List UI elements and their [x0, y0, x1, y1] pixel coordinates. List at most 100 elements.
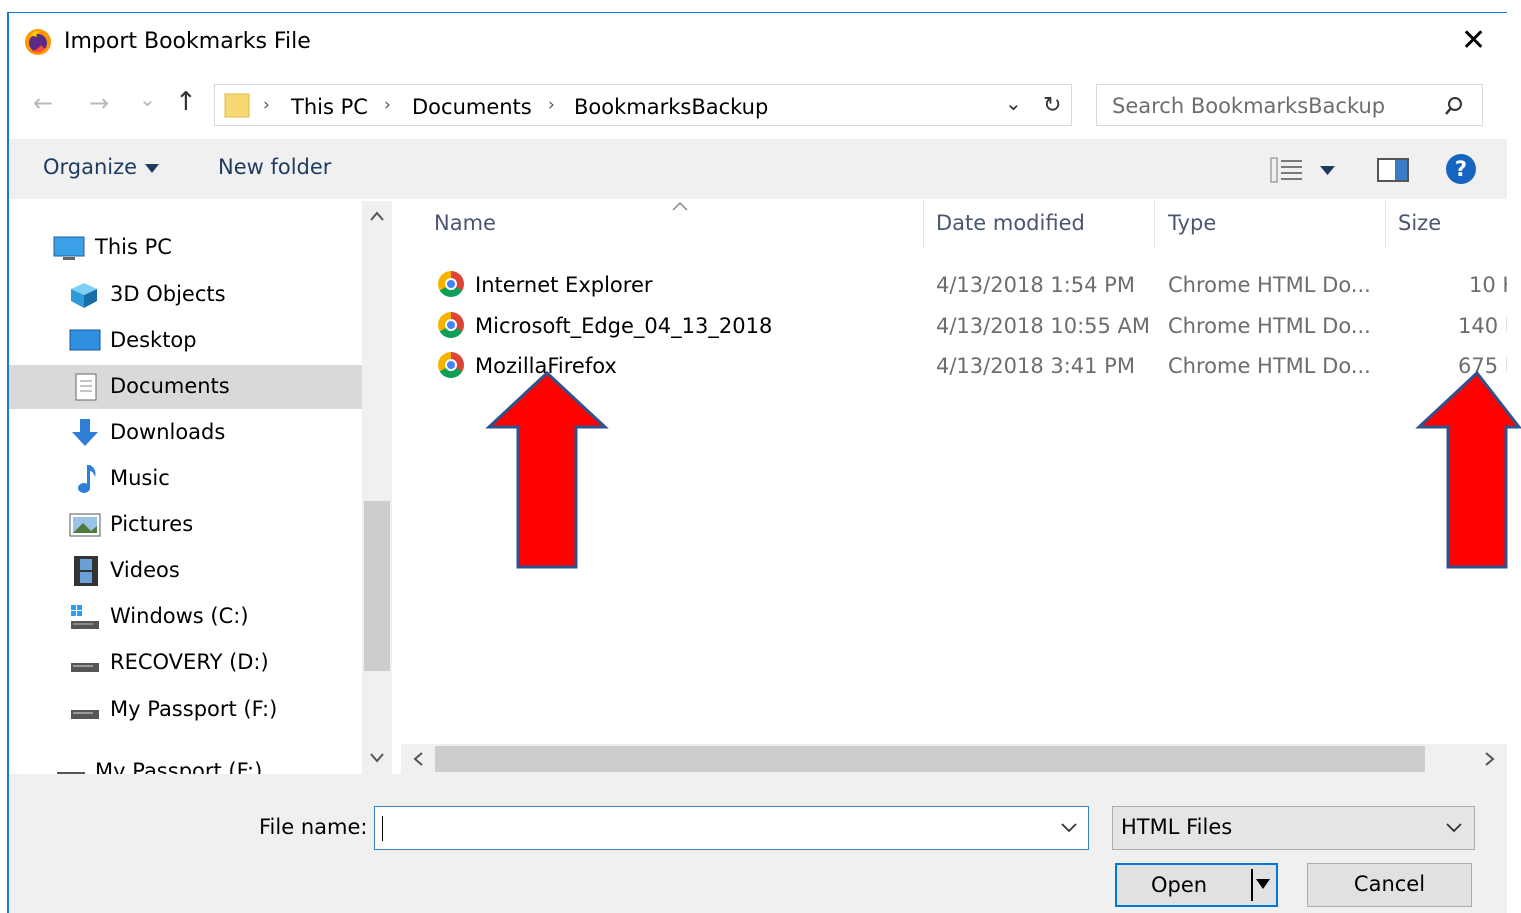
view-options-chevron-down-icon[interactable]: [1320, 166, 1335, 175]
help-icon[interactable]: ?: [1445, 153, 1477, 185]
file-type-filter-select[interactable]: HTML Files: [1112, 806, 1475, 850]
file-type-filter-value: HTML Files: [1121, 815, 1233, 839]
file-name-input[interactable]: [374, 806, 1089, 850]
file-list-horizontal-scrollbar[interactable]: [401, 744, 1507, 774]
split-divider: [1251, 869, 1253, 901]
view-details-icon[interactable]: [1270, 157, 1304, 183]
address-bar[interactable]: › This PC › Documents › BookmarksBackup …: [214, 84, 1072, 126]
filter-chevron-down-icon[interactable]: [1446, 823, 1462, 833]
up-button[interactable]: ↑: [175, 87, 197, 117]
recent-locations-button[interactable]: ⌄: [139, 87, 156, 111]
organize-chevron-down-icon: [145, 164, 159, 173]
download-arrow-icon: [72, 419, 98, 446]
chrome-html-file-icon: [438, 271, 464, 297]
scrollbar-thumb[interactable]: [435, 746, 1425, 772]
sidebar-item-label: Downloads: [110, 420, 226, 444]
file-name-dropdown-chevron-down-icon[interactable]: [1061, 823, 1077, 833]
breadcrumb-documents[interactable]: Documents: [412, 95, 532, 119]
navigation-pane-scrollbar[interactable]: [362, 201, 392, 774]
scroll-up-chevron-icon[interactable]: [370, 211, 384, 221]
windows-drive-icon: [71, 605, 99, 629]
file-name: Microsoft_Edge_04_13_2018: [475, 314, 773, 338]
breadcrumb-separator: ›: [263, 95, 270, 115]
monitor-icon: [53, 236, 85, 260]
folder-icon: [224, 93, 250, 118]
file-name: Internet Explorer: [475, 273, 653, 297]
sidebar-item-music[interactable]: Music: [9, 457, 362, 501]
sidebar-item-label: 3D Objects: [110, 282, 226, 306]
title-bar: Import Bookmarks File ✕: [9, 13, 1507, 73]
column-divider[interactable]: [923, 201, 924, 249]
breadcrumb-separator: ›: [548, 95, 555, 115]
sidebar-item-label: RECOVERY (D:): [110, 650, 269, 674]
sidebar-item-recovery-d[interactable]: RECOVERY (D:): [9, 641, 362, 685]
sidebar-item-windows-c[interactable]: Windows (C:): [9, 595, 362, 639]
open-button-label: Open: [1150, 873, 1208, 897]
desktop-icon: [69, 329, 101, 351]
sidebar-item-my-passport-f[interactable]: My Passport (F:): [9, 688, 362, 732]
file-name-label: File name:: [259, 815, 368, 839]
text-caret: [382, 816, 383, 841]
sidebar-item-label: This PC: [95, 235, 172, 259]
close-button[interactable]: ✕: [1461, 23, 1486, 58]
column-divider[interactable]: [1385, 201, 1386, 249]
firefox-icon: [25, 29, 51, 55]
back-button[interactable]: ←: [33, 89, 53, 117]
column-header-size[interactable]: Size: [1398, 211, 1441, 235]
preview-pane-icon[interactable]: [1377, 158, 1409, 182]
svg-text:?: ?: [1455, 157, 1467, 181]
music-note-icon: [78, 465, 96, 493]
sidebar-item-3d-objects[interactable]: 3D Objects: [9, 273, 362, 317]
sidebar-item-downloads[interactable]: Downloads: [9, 411, 362, 455]
refresh-button[interactable]: ↻: [1043, 93, 1061, 118]
file-size: 140 K: [1458, 314, 1507, 338]
sidebar-item-label: Pictures: [110, 512, 194, 536]
breadcrumb-this-pc[interactable]: This PC: [291, 95, 368, 119]
drive-icon: [71, 663, 99, 672]
sidebar-item-label: Windows (C:): [110, 604, 249, 628]
file-date: 4/13/2018 3:41 PM: [936, 354, 1135, 378]
sidebar-item-label: Desktop: [110, 328, 197, 352]
open-options-chevron-down-icon[interactable]: [1256, 879, 1270, 889]
search-box[interactable]: Search BookmarksBackup: [1096, 84, 1483, 126]
import-bookmarks-dialog: Import Bookmarks File ✕ ← → ⌄ ↑ › This P…: [7, 12, 1507, 913]
file-type: Chrome HTML Do...: [1168, 354, 1371, 378]
column-header-name[interactable]: Name: [434, 211, 496, 235]
sidebar-item-label: Music: [110, 466, 170, 490]
address-dropdown-button[interactable]: ⌄: [1005, 91, 1022, 115]
file-date: 4/13/2018 1:54 PM: [936, 273, 1135, 297]
scroll-down-chevron-icon[interactable]: [370, 753, 384, 763]
file-type: Chrome HTML Do...: [1168, 314, 1371, 338]
column-divider[interactable]: [1154, 201, 1155, 249]
sidebar-item-documents[interactable]: Documents: [9, 365, 362, 409]
sidebar-item-desktop[interactable]: Desktop: [9, 319, 362, 363]
document-icon: [75, 373, 97, 401]
scrollbar-thumb[interactable]: [364, 501, 390, 671]
sidebar-item-label: Documents: [110, 374, 230, 398]
chrome-html-file-icon: [438, 312, 464, 338]
annotation-arrow-up-icon: [1415, 370, 1521, 569]
forward-button[interactable]: →: [89, 89, 109, 117]
table-row[interactable]: Microsoft_Edge_04_13_2018 4/13/2018 10:5…: [397, 310, 1507, 350]
breadcrumb-bookmarksbackup[interactable]: BookmarksBackup: [574, 95, 768, 119]
sidebar-item-pictures[interactable]: Pictures: [9, 503, 362, 547]
file-type: Chrome HTML Do...: [1168, 273, 1371, 297]
sidebar-item-this-pc[interactable]: This PC: [9, 226, 362, 270]
open-button[interactable]: Open: [1115, 863, 1278, 907]
scroll-left-chevron-icon[interactable]: [413, 752, 423, 766]
cancel-button[interactable]: Cancel: [1307, 863, 1472, 907]
sidebar-item-videos[interactable]: Videos: [9, 549, 362, 593]
search-icon[interactable]: [1444, 96, 1464, 116]
picture-icon: [69, 513, 101, 537]
scroll-right-chevron-icon[interactable]: [1485, 752, 1495, 766]
sidebar-item-label: My Passport (F:): [110, 697, 278, 721]
column-header-type[interactable]: Type: [1168, 211, 1216, 235]
sort-ascending-icon: [672, 201, 688, 211]
new-folder-button[interactable]: New folder: [218, 155, 331, 179]
organize-button[interactable]: Organize: [43, 155, 137, 179]
drive-icon: [71, 710, 99, 719]
window-title: Import Bookmarks File: [64, 29, 311, 54]
table-row[interactable]: Internet Explorer 4/13/2018 1:54 PM Chro…: [397, 269, 1507, 309]
column-header-date-modified[interactable]: Date modified: [936, 211, 1085, 235]
search-input[interactable]: Search BookmarksBackup: [1112, 94, 1385, 118]
